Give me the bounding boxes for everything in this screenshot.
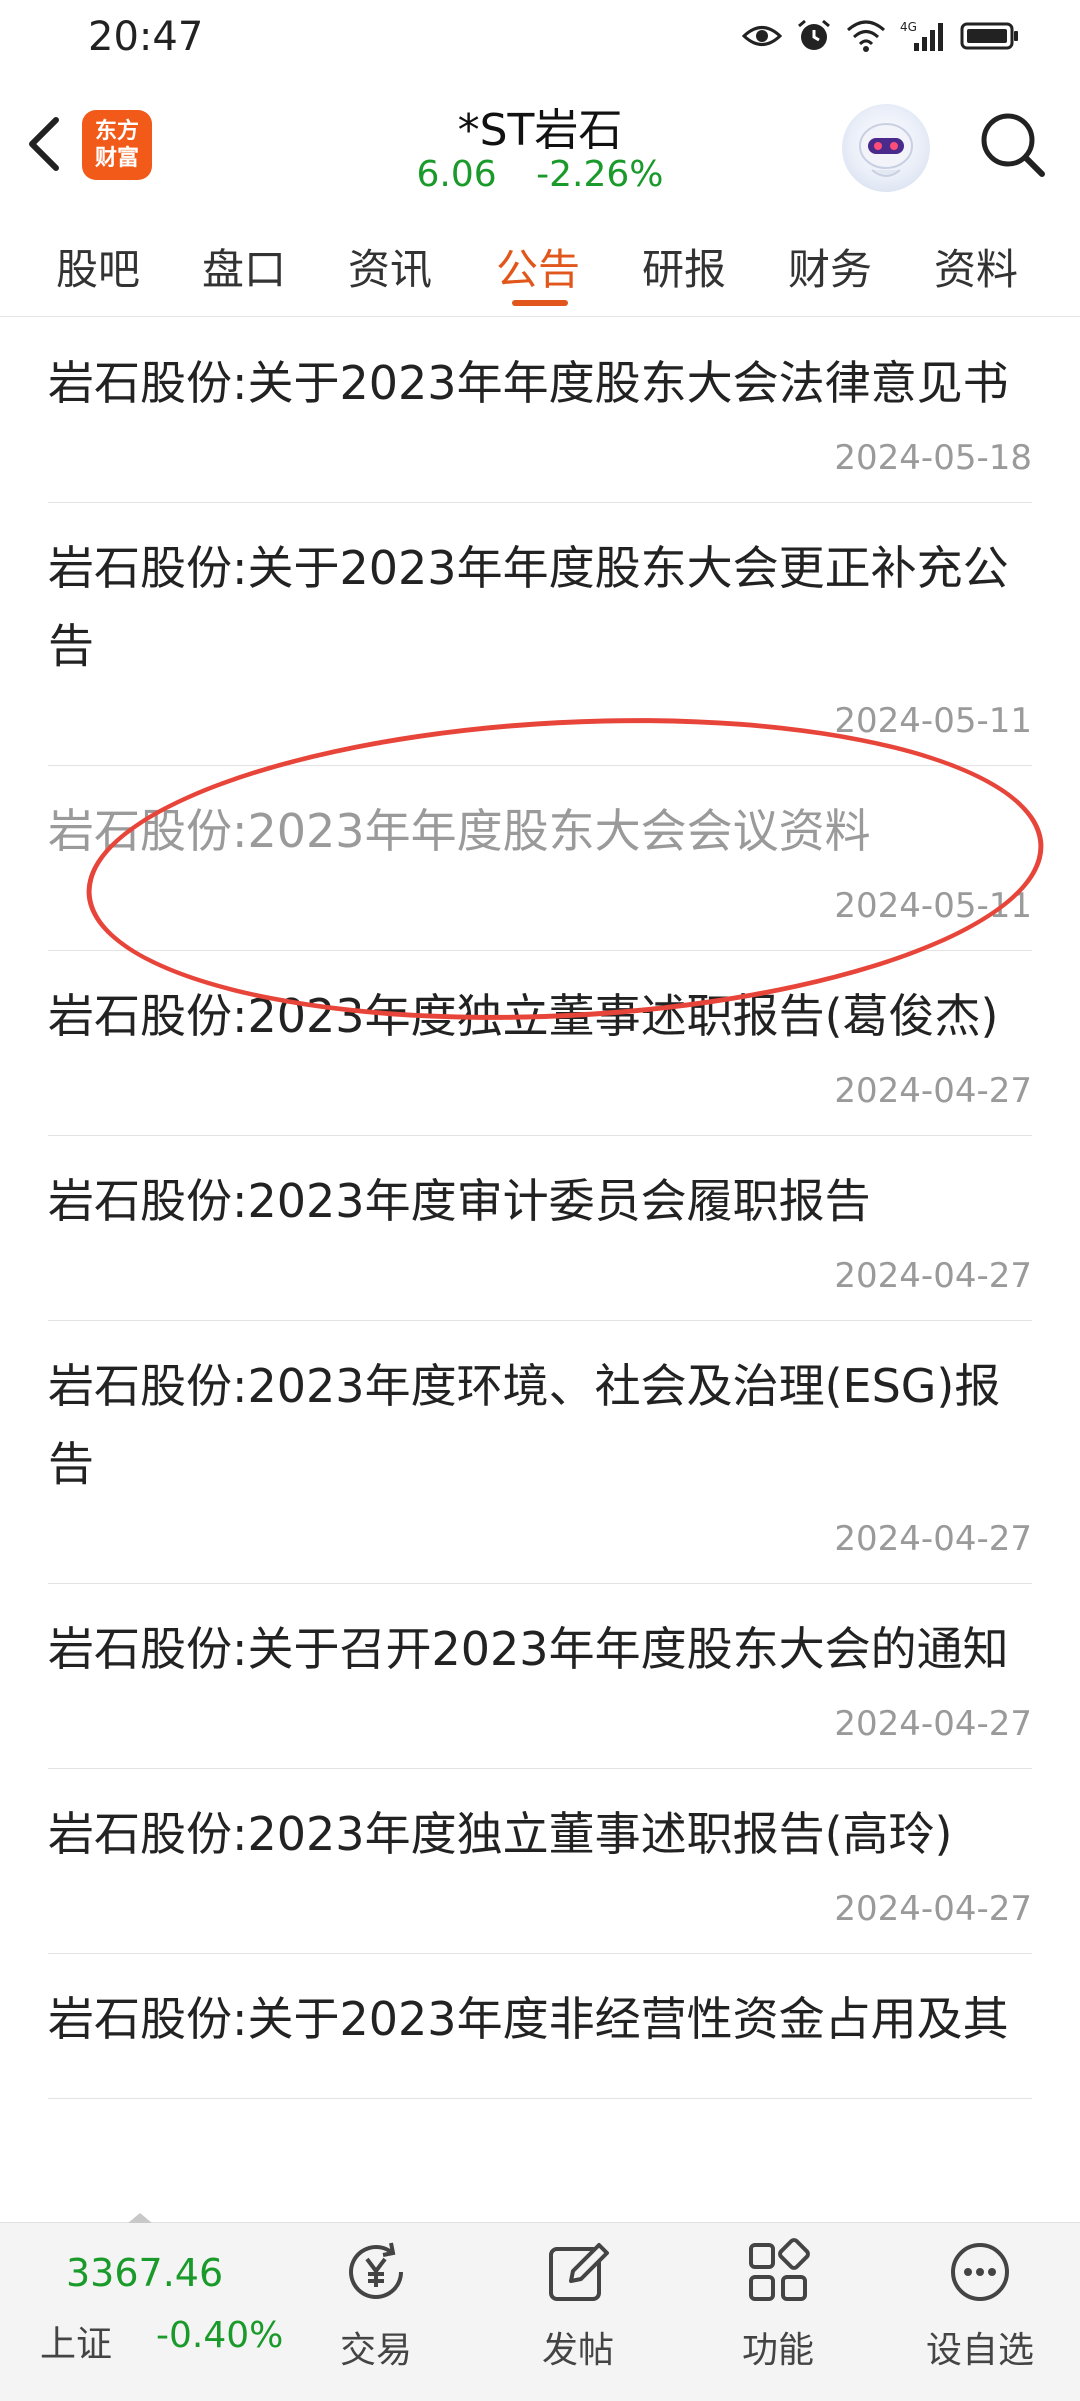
list-item[interactable]: 岩石股份:2023年年度股东大会会议资料 2024-05-11: [48, 766, 1032, 951]
list-item[interactable]: 岩石股份:2023年度审计委员会履职报告 2024-04-27: [48, 1136, 1032, 1321]
more-icon: [951, 2243, 1009, 2301]
list-item[interactable]: 岩石股份:关于召开2023年年度股东大会的通知 2024-04-27: [48, 1584, 1032, 1769]
list-item[interactable]: 岩石股份:2023年度环境、社会及治理(ESG)报告 2024-04-27: [48, 1321, 1032, 1584]
stock-change: -2.26%: [536, 154, 664, 195]
item-date: 2024-05-11: [834, 886, 1032, 926]
tab-announcements[interactable]: 公告: [496, 236, 580, 297]
stock-header: 东方 财富 *ST岩石 6.06 -2.26%: [0, 80, 1080, 210]
list-item[interactable]: 岩石股份:2023年度独立董事述职报告(高玲) 2024-04-27: [48, 1769, 1032, 1954]
battery-icon: [960, 22, 1018, 50]
compose-icon: [549, 2243, 609, 2301]
index-name: 上证: [40, 2324, 113, 2365]
active-tab-indicator: [512, 300, 568, 306]
status-bar: 20:47 4G: [0, 0, 1080, 80]
functions-button[interactable]: 功能: [708, 2237, 848, 2373]
list-item[interactable]: 岩石股份:关于2023年度非经营性资金占用及其: [48, 1954, 1032, 2099]
item-date: 2024-04-27: [834, 1256, 1032, 1296]
announcement-list: 岩石股份:关于2023年年度股东大会法律意见书 2024-05-18 岩石股份:…: [0, 318, 1080, 2099]
tab-guba[interactable]: 股吧: [56, 236, 140, 297]
tab-research[interactable]: 研报: [642, 236, 726, 297]
list-item[interactable]: 岩石股份:关于2023年年度股东大会更正补充公告 2024-05-11: [48, 503, 1032, 766]
section-tabs: 股吧 盘口 资讯 公告 研报 财务 资料: [0, 212, 1080, 317]
item-title: 岩石股份:关于2023年度非经营性资金占用及其: [48, 1992, 1009, 2046]
search-icon[interactable]: [976, 108, 1048, 180]
wifi-icon: [847, 20, 885, 52]
item-date: [48, 2058, 1032, 2098]
bottom-bar: 3367.46 上证 -0.40% 交易 发帖 功能 设自选: [0, 2213, 1080, 2401]
tab-pankou[interactable]: 盘口: [202, 236, 286, 297]
grid-icon: [749, 2238, 810, 2301]
add-watchlist-label: 设自选: [925, 2330, 1034, 2371]
item-title: 岩石股份:2023年度审计委员会履职报告: [48, 1174, 871, 1228]
item-date: 2024-05-11: [834, 701, 1032, 741]
tab-finance[interactable]: 财务: [788, 236, 872, 297]
robot-assistant-avatar[interactable]: [842, 104, 930, 192]
status-icons: 4G: [742, 18, 1020, 54]
list-item[interactable]: 岩石股份:2023年度独立董事述职报告(葛俊杰) 2024-04-27: [48, 951, 1032, 1136]
functions-label: 功能: [741, 2330, 814, 2371]
expand-handle-icon[interactable]: [128, 2213, 152, 2223]
tab-profile[interactable]: 资料: [934, 236, 1018, 297]
item-title: 岩石股份:2023年度独立董事述职报告(葛俊杰): [48, 989, 999, 1043]
stock-price: 6.06: [416, 154, 497, 195]
signal-4g-icon: 4G: [900, 20, 943, 51]
list-item[interactable]: 岩石股份:关于2023年年度股东大会法律意见书 2024-05-18: [48, 318, 1032, 503]
trade-button[interactable]: 交易: [306, 2237, 446, 2373]
item-title: 岩石股份:关于2023年年度股东大会更正补充公告: [48, 541, 1009, 673]
trade-label: 交易: [339, 2330, 412, 2371]
item-title: 岩石股份:2023年度独立董事述职报告(高玲): [48, 1807, 953, 1861]
index-value: 3367.46: [66, 2251, 224, 2295]
item-title: 岩石股份:2023年年度股东大会会议资料: [48, 804, 871, 858]
add-watchlist-button[interactable]: 设自选: [910, 2237, 1050, 2373]
status-time: 20:47: [88, 14, 204, 60]
item-date: 2024-04-27: [834, 1071, 1032, 1111]
trade-yen-icon: [349, 2242, 403, 2299]
index-change: -0.40%: [156, 2315, 284, 2356]
compose-button[interactable]: 发帖: [508, 2237, 648, 2373]
item-date: 2024-04-27: [834, 1519, 1032, 1559]
item-date: 2024-05-18: [834, 438, 1032, 478]
tab-news[interactable]: 资讯: [348, 236, 432, 297]
item-title: 岩石股份:关于召开2023年年度股东大会的通知: [48, 1622, 1009, 1676]
item-date: 2024-04-27: [834, 1704, 1032, 1744]
item-title: 岩石股份:关于2023年年度股东大会法律意见书: [48, 356, 1009, 410]
alarm-icon: [798, 19, 830, 50]
svg-text:4G: 4G: [900, 20, 917, 34]
item-date: 2024-04-27: [834, 1889, 1032, 1929]
item-title: 岩石股份:2023年度环境、社会及治理(ESG)报告: [48, 1359, 1001, 1491]
robot-icon: [859, 123, 913, 177]
eye-icon: [742, 26, 782, 46]
compose-label: 发帖: [541, 2330, 614, 2371]
